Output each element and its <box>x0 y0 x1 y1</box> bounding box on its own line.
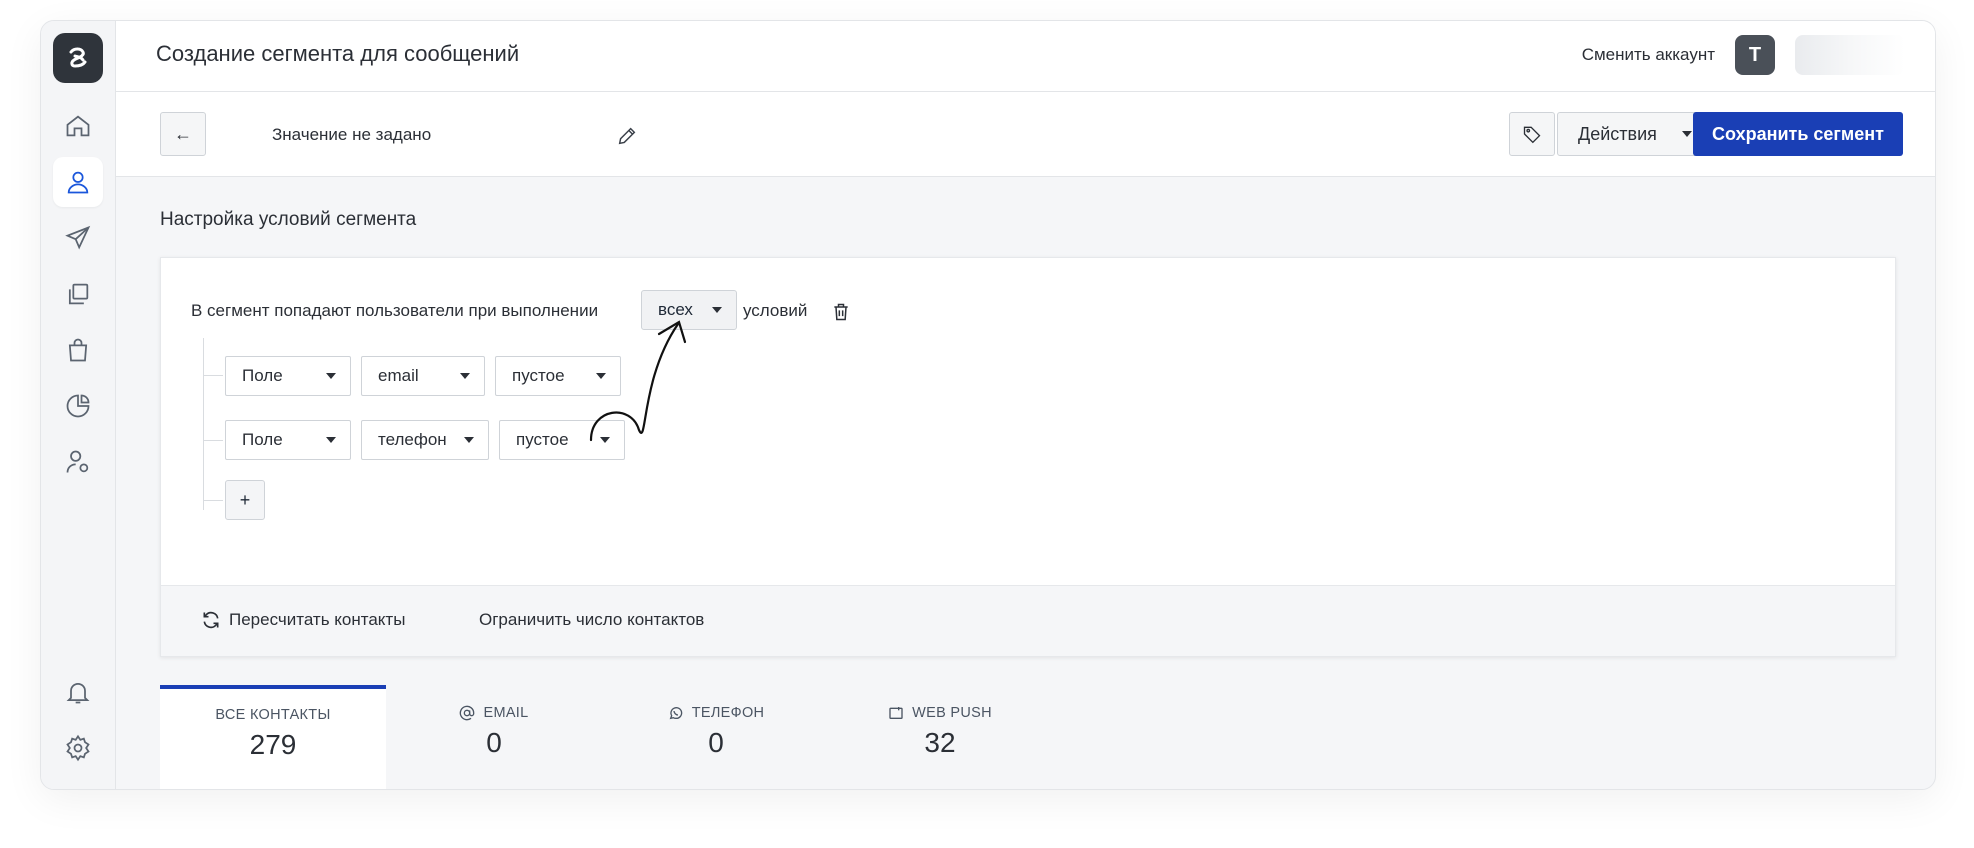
sidebar-item-contacts[interactable] <box>53 157 103 207</box>
tag-icon <box>1523 126 1541 144</box>
limit-contacts-button[interactable]: Ограничить число контактов <box>479 610 704 630</box>
whatsapp-icon <box>669 707 682 720</box>
sidebar-item-home[interactable] <box>53 101 103 151</box>
home-icon <box>66 115 90 137</box>
condition-field-value: телефон <box>378 430 447 449</box>
bell-icon <box>66 682 90 704</box>
stat-label-text: ВСЕ КОНТАКТЫ <box>215 707 331 723</box>
stat-label-text: WEB PUSH <box>912 705 992 721</box>
sidebar-item-settings[interactable] <box>53 723 103 773</box>
condition-field-select[interactable]: телефон <box>361 420 489 460</box>
stat-value: 0 <box>708 727 724 758</box>
caret-down-icon <box>464 437 474 443</box>
tree-tick <box>203 500 223 501</box>
stat-label-text: EMAIL <box>483 705 529 721</box>
stat-tab-all-contacts[interactable]: ВСЕ КОНТАКТЫ 279 <box>160 685 386 789</box>
add-condition-button[interactable]: + <box>225 480 265 520</box>
pencil-icon[interactable] <box>616 125 638 147</box>
stat-label: EMAIL <box>381 705 607 721</box>
at-sign-icon <box>460 705 475 721</box>
condition-type-select[interactable]: Поле <box>225 356 351 396</box>
user-icon <box>67 171 89 194</box>
trash-icon[interactable] <box>831 302 851 322</box>
stat-tab-phone[interactable]: ТЕЛЕФОН 0 <box>603 685 829 789</box>
pie-chart-icon <box>66 394 90 418</box>
stat-label: ВСЕ КОНТАКТЫ <box>160 707 386 723</box>
avatar[interactable]: T <box>1735 35 1775 75</box>
actions-label: Действия <box>1578 123 1657 144</box>
section-title: Настройка условий сегмента <box>160 209 417 230</box>
rule-prefix: В сегмент попадают пользователи при выпо… <box>191 301 599 320</box>
segment-name[interactable]: Значение не задано <box>272 125 431 145</box>
tree-tick <box>203 375 223 376</box>
account-name-blurred <box>1795 35 1905 75</box>
tree-tick <box>203 440 223 441</box>
save-segment-button[interactable]: Сохранить сегмент <box>1693 112 1903 156</box>
caret-down-icon <box>1682 131 1692 137</box>
condition-operator-value: пустое <box>512 366 565 385</box>
copy-icon <box>68 283 89 305</box>
refresh-icon <box>203 611 219 629</box>
caret-down-icon <box>460 373 470 379</box>
conditions-card: В сегмент попадают пользователи при выпо… <box>160 257 1896 657</box>
stat-value: 0 <box>486 727 502 758</box>
caret-down-icon <box>326 373 336 379</box>
sidebar-item-campaigns[interactable] <box>53 213 103 263</box>
stat-value: 279 <box>249 729 297 760</box>
stat-tab-web-push[interactable]: WEB PUSH 32 <box>827 685 1053 789</box>
top-header: Создание сегмента для сообщений Сменить … <box>116 21 1935 92</box>
sidebar-item-notifications[interactable] <box>53 667 103 717</box>
user-gear-icon <box>66 450 89 473</box>
logo[interactable] <box>53 33 103 83</box>
stat-value: 32 <box>924 727 956 758</box>
recalculate-contacts-button[interactable]: Пересчитать контакты <box>201 610 405 630</box>
stat-label-text: ТЕЛЕФОН <box>691 705 765 721</box>
recalculate-label: Пересчитать контакты <box>229 610 406 629</box>
sidebar-item-shop[interactable] <box>53 325 103 375</box>
card-footer: Пересчитать контакты Ограничить число ко… <box>161 585 1895 656</box>
tag-button[interactable] <box>1509 112 1555 156</box>
shopping-bag-icon <box>68 338 88 362</box>
condition-field-value: email <box>378 366 419 385</box>
browser-window-icon <box>889 707 903 719</box>
condition-field-select[interactable]: email <box>361 356 485 396</box>
stat-tab-email[interactable]: EMAIL 0 <box>381 685 607 789</box>
tree-line <box>203 338 204 510</box>
rule-suffix: условий <box>743 301 808 320</box>
condition-type-value: Поле <box>242 430 283 449</box>
condition-type-select[interactable]: Поле <box>225 420 351 460</box>
back-button[interactable]: ← <box>160 112 206 156</box>
gear-icon <box>66 734 90 762</box>
app-window: Создание сегмента для сообщений Сменить … <box>40 20 1936 790</box>
stat-label: WEB PUSH <box>827 705 1053 721</box>
sidebar-item-templates[interactable] <box>53 269 103 319</box>
sidebar-item-user-settings[interactable] <box>53 437 103 487</box>
annotation-arrow <box>589 320 687 442</box>
switch-account-link[interactable]: Сменить аккаунт <box>1582 45 1715 65</box>
actions-dropdown[interactable]: Действия <box>1557 112 1713 156</box>
caret-down-icon <box>326 437 336 443</box>
page-title: Создание сегмента для сообщений <box>156 41 520 66</box>
condition-type-value: Поле <box>242 366 283 385</box>
segment-toolbar: ← Значение не задано Действия Сохранить … <box>116 92 1935 177</box>
stat-label: ТЕЛЕФОН <box>603 705 829 721</box>
send-icon <box>65 225 91 250</box>
logo-icon <box>69 47 87 68</box>
sidebar <box>41 21 116 789</box>
sidebar-item-analytics[interactable] <box>53 381 103 431</box>
